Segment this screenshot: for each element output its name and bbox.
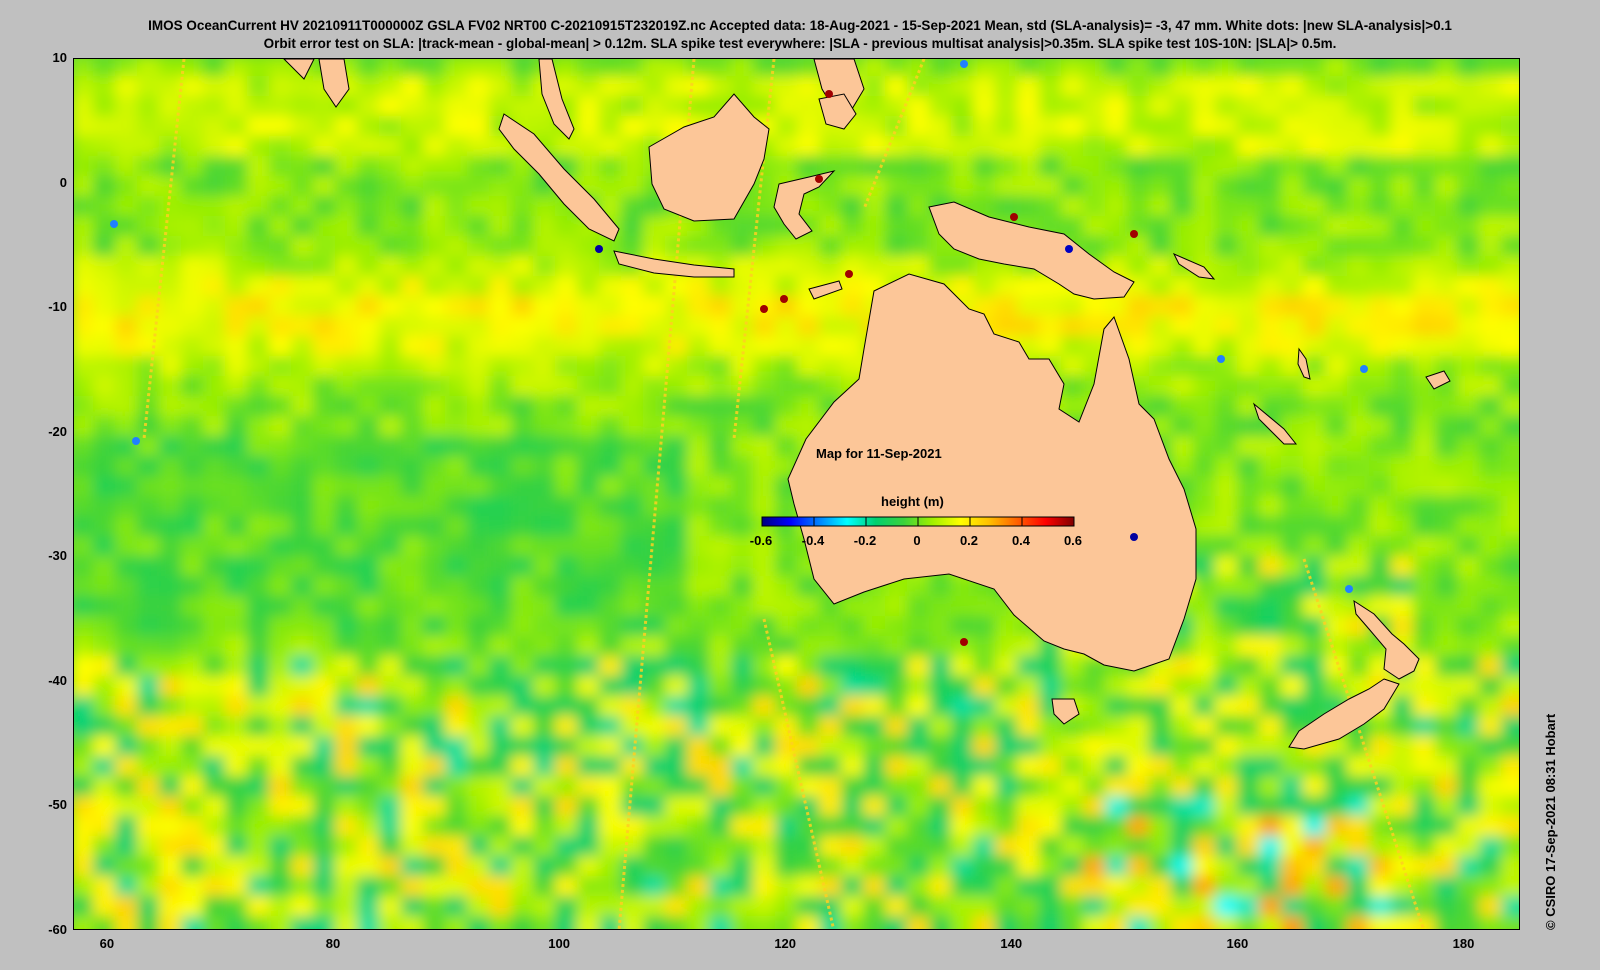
colorbar-tick-label: 0 (913, 533, 921, 548)
colorbar-tick-label: 0.4 (1011, 533, 1031, 548)
sla-map-canvas (74, 59, 1519, 929)
lat-tick-label: -20 (48, 423, 67, 439)
colorbar-tick-label: -0.4 (801, 533, 825, 548)
colorbar-tick-label: -0.6 (749, 533, 773, 548)
lon-tick-label: 180 (1452, 936, 1475, 951)
credit-text: © CSIRO 17-Sep-2021 08:31 Hobart (1543, 713, 1558, 930)
lon-tick-label: 160 (1226, 936, 1249, 951)
lat-tick-label: -40 (48, 672, 67, 688)
colorbar-tick-label: 0.2 (959, 533, 979, 548)
lon-tick-label: 100 (548, 936, 570, 951)
colorbar-tick-label: -0.2 (853, 533, 877, 548)
lat-tick-label: -60 (48, 922, 67, 937)
lon-tick-label: 140 (1000, 936, 1023, 951)
colorbar (761, 516, 1075, 527)
lon-tick-label: 80 (325, 936, 341, 951)
title-line-2: Orbit error test on SLA: |track-mean - g… (263, 36, 1337, 51)
lat-tick-label: 10 (52, 50, 67, 65)
map-date-label: Map for 11-Sep-2021 (816, 446, 942, 461)
sla-map (73, 58, 1520, 930)
lon-tick-label: 60 (99, 936, 115, 951)
lat-tick-label: -30 (48, 548, 67, 564)
lat-tick-label: -50 (48, 797, 67, 813)
lat-tick-label: -10 (48, 299, 67, 315)
colorbar-title: height (m) (881, 494, 944, 509)
lon-tick-label: 120 (774, 936, 797, 951)
lat-tick-label: 0 (59, 174, 67, 190)
title-line-1: IMOS OceanCurrent HV 20210911T000000Z GS… (148, 18, 1452, 33)
colorbar-tick-label: 0.6 (1063, 533, 1083, 548)
